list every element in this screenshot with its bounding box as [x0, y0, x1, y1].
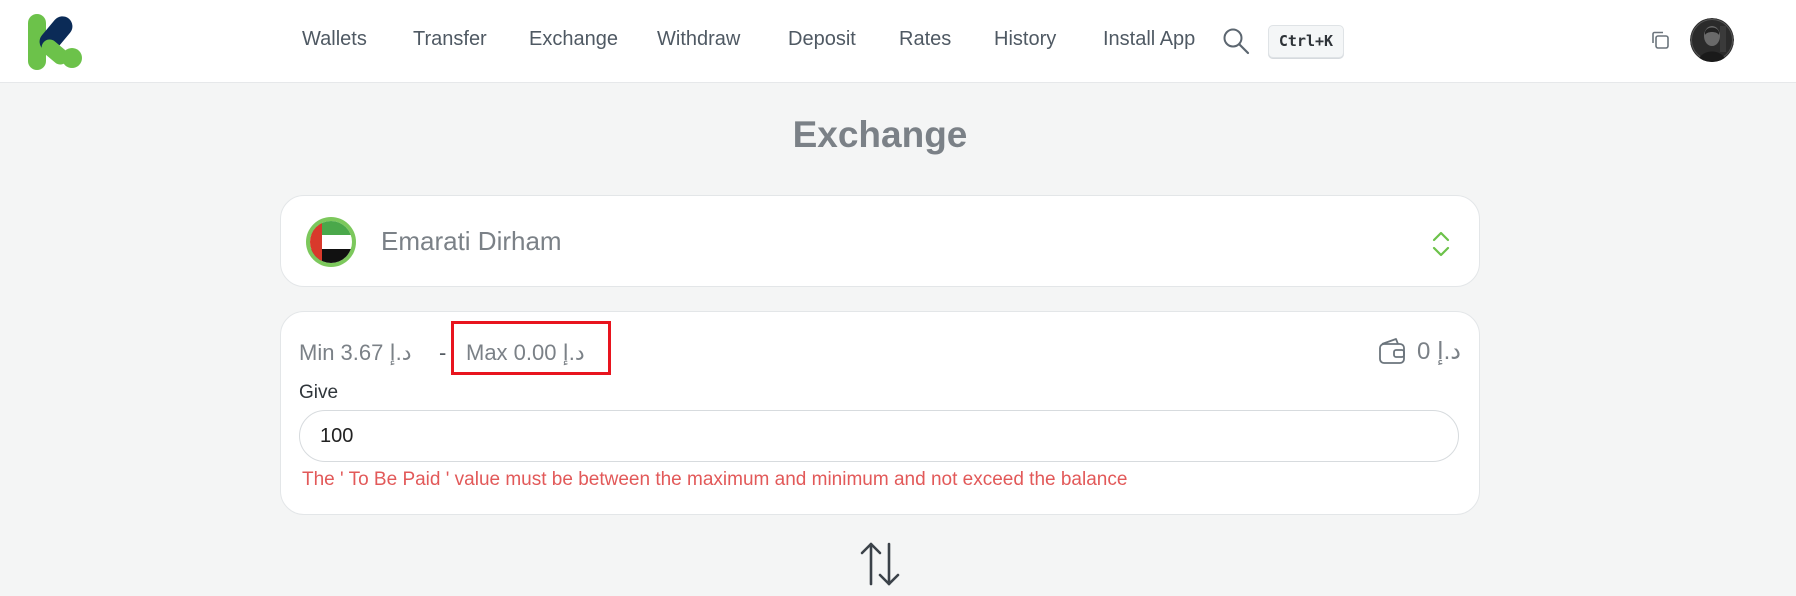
nav-transfer[interactable]: Transfer	[413, 28, 487, 51]
nav-withdraw[interactable]: Withdraw	[657, 28, 740, 51]
swap-arrows-icon[interactable]	[858, 540, 902, 588]
currency-select[interactable]: Emarati Dirham	[280, 195, 1480, 287]
give-amount-input[interactable]	[299, 410, 1459, 462]
nav-install-app[interactable]: Install App	[1103, 28, 1195, 51]
range-separator: -	[439, 340, 447, 365]
search-shortcut-badge: Ctrl+K	[1268, 25, 1344, 58]
search-icon[interactable]	[1222, 27, 1250, 55]
nav-exchange[interactable]: Exchange	[529, 28, 618, 51]
give-label: Give	[299, 382, 339, 403]
balance-amount: د.إ 0	[1416, 337, 1461, 365]
wallet-balance[interactable]: د.إ 0	[1377, 334, 1461, 368]
chevron-up-down-icon	[1432, 231, 1450, 257]
currency-name: Emarati Dirham	[381, 226, 562, 256]
user-avatar[interactable]	[1690, 18, 1734, 62]
top-header: Wallets Transfer Exchange Withdraw Depos…	[0, 0, 1796, 83]
uae-flag-icon	[306, 217, 356, 267]
nav-wallets[interactable]: Wallets	[302, 28, 367, 51]
nav-history[interactable]: History	[994, 28, 1056, 51]
wallet-icon	[1379, 338, 1405, 364]
copy-icon[interactable]	[1650, 30, 1670, 50]
max-amount: Max 0.00 د.إ	[466, 340, 585, 365]
validation-error: The ' To Be Paid ' value must be between…	[302, 469, 1128, 490]
give-panel: Min 3.67 د.إ - Max 0.00 د.إ د.إ 0 Give T…	[280, 311, 1480, 515]
page-title: Exchange	[792, 114, 968, 155]
brand-logo-icon[interactable]	[26, 14, 84, 70]
nav-deposit[interactable]: Deposit	[788, 28, 856, 51]
min-amount: Min 3.67 د.إ	[299, 340, 412, 365]
nav-rates[interactable]: Rates	[899, 28, 951, 51]
avatar-photo-icon	[1690, 18, 1734, 62]
max-amount-button[interactable]: Max 0.00 د.إ	[451, 321, 611, 375]
